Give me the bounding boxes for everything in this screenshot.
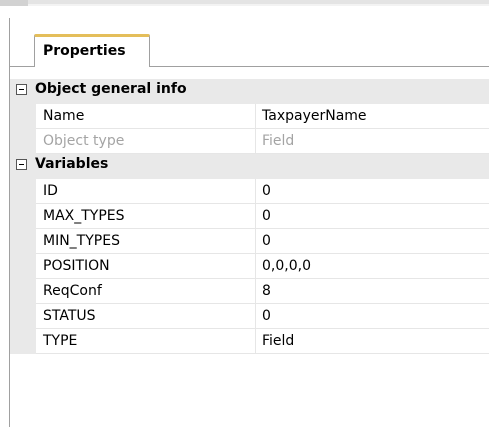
property-name: Name	[43, 108, 85, 124]
property-name: POSITION	[43, 258, 110, 274]
property-row-name[interactable]: Name TaxpayerName	[10, 104, 489, 129]
property-value-name[interactable]: TaxpayerName	[262, 108, 367, 124]
property-row-min-types[interactable]: MIN_TYPES 0	[10, 229, 489, 254]
tab-properties-label: Properties	[43, 43, 126, 59]
property-name: Object type	[43, 133, 125, 149]
category-label: Variables	[35, 156, 109, 172]
property-value-min-types[interactable]: 0	[262, 233, 271, 249]
property-name: ID	[43, 183, 58, 199]
property-name: TYPE	[43, 333, 78, 349]
minus-box-icon[interactable]	[16, 159, 27, 170]
property-row-id[interactable]: ID 0	[10, 179, 489, 204]
property-row-object-type: Object type Field	[10, 129, 489, 154]
property-value-object-type: Field	[262, 133, 295, 149]
property-name: STATUS	[43, 308, 96, 324]
window-top-edge-shadow	[0, 4, 489, 6]
property-value-status[interactable]: 0	[262, 308, 271, 324]
property-value-reqconf[interactable]: 8	[262, 283, 271, 299]
property-grid: Object general info Name TaxpayerName Ob…	[10, 79, 489, 354]
category-variables[interactable]: Variables	[10, 154, 489, 179]
property-row-type[interactable]: TYPE Field	[10, 329, 489, 354]
property-name: MIN_TYPES	[43, 233, 120, 249]
property-value-position[interactable]: 0,0,0,0	[262, 258, 311, 274]
property-row-max-types[interactable]: MAX_TYPES 0	[10, 204, 489, 229]
minus-box-icon[interactable]	[16, 84, 27, 95]
property-value-max-types[interactable]: 0	[262, 208, 271, 224]
property-name: ReqConf	[43, 283, 102, 299]
category-label: Object general info	[35, 81, 187, 97]
property-name: MAX_TYPES	[43, 208, 125, 224]
tab-strip-baseline-gap	[35, 66, 149, 67]
window-top-notch	[0, 0, 28, 6]
property-value-type[interactable]: Field	[262, 333, 294, 349]
category-object-general-info[interactable]: Object general info	[10, 79, 489, 104]
property-row-status[interactable]: STATUS 0	[10, 304, 489, 329]
property-row-position[interactable]: POSITION 0,0,0,0	[10, 254, 489, 279]
property-row-reqconf[interactable]: ReqConf 8	[10, 279, 489, 304]
tab-properties[interactable]: Properties	[34, 34, 150, 66]
property-value-id[interactable]: 0	[262, 183, 271, 199]
